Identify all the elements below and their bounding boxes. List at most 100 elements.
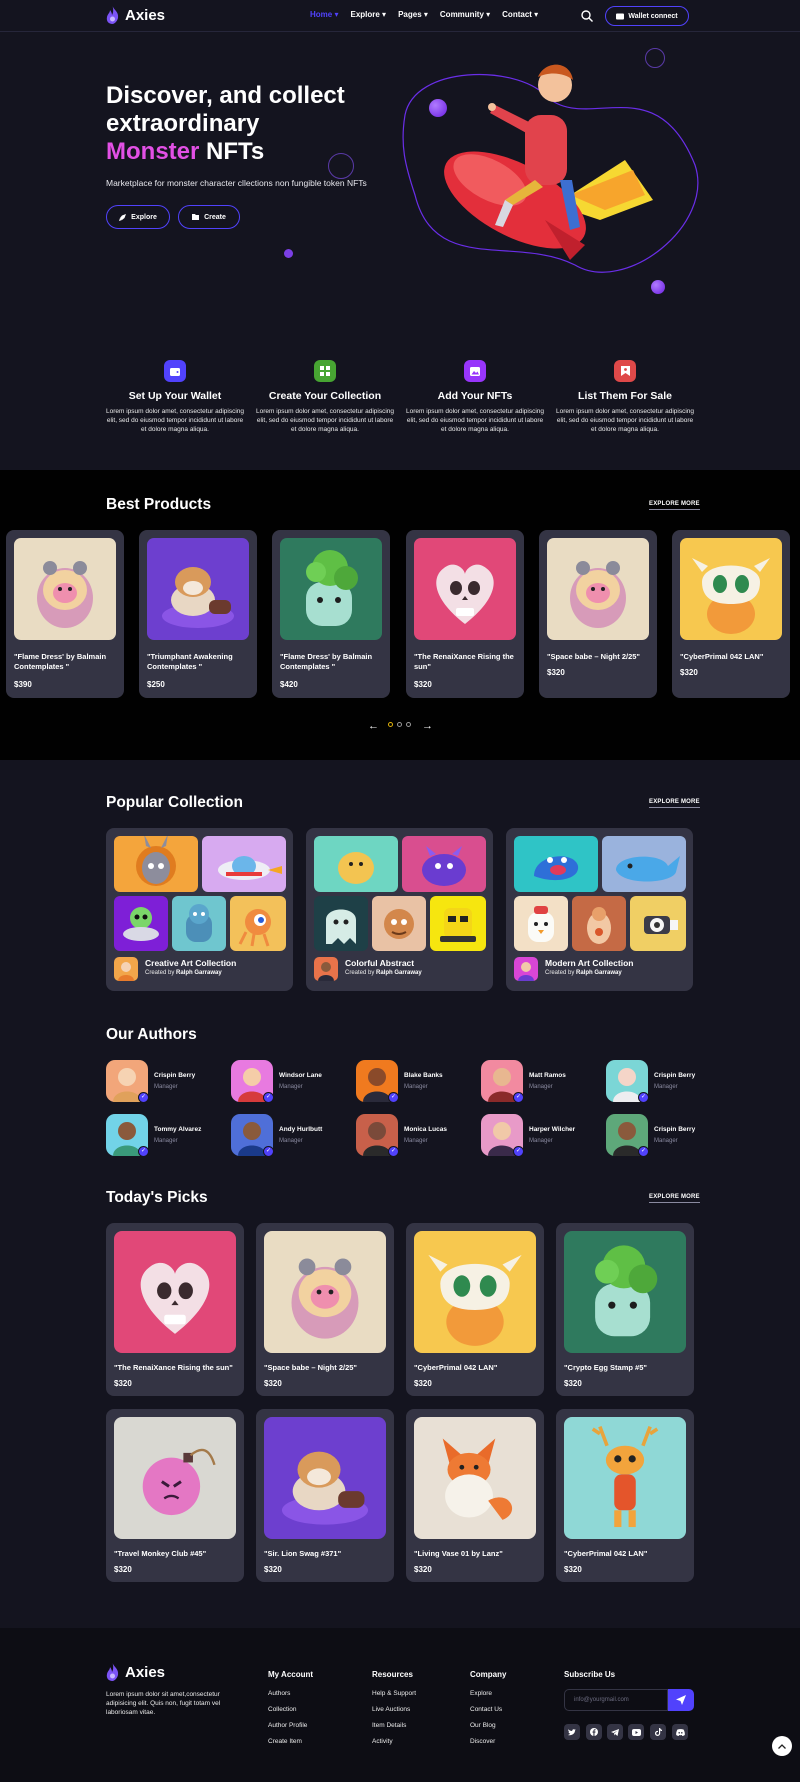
collection-thumb	[514, 836, 598, 892]
nft-image	[264, 1417, 386, 1539]
pick-card[interactable]: "The RenaiXance Rising the sun" $320	[106, 1223, 244, 1396]
product-card[interactable]: "Triumphant Awakening Contemplates " $25…	[139, 530, 257, 698]
footer-link-activity[interactable]: Activity	[372, 1738, 393, 1745]
create-button[interactable]: Create	[178, 205, 240, 229]
wallet-connect-button[interactable]: Wallet connect	[605, 6, 689, 26]
author-name: Matt Ramos	[529, 1072, 566, 1079]
carousel-prev-arrow-icon[interactable]: ←	[368, 720, 379, 732]
footer-link-contact-us[interactable]: Contact Us	[470, 1706, 502, 1713]
folder-icon	[192, 214, 200, 220]
nft-image	[680, 538, 782, 640]
nav-home[interactable]: Home ▾	[310, 10, 338, 19]
author-role: Manager	[654, 1084, 678, 1090]
product-card[interactable]: "The RenaiXance Rising the sun" $320	[406, 530, 524, 698]
step-text: Lorem ipsum dolor amet, consectetur adip…	[405, 408, 544, 433]
carousel-dot[interactable]	[406, 722, 411, 727]
carousel-next-arrow-icon[interactable]: →	[422, 720, 433, 732]
decor-ring	[328, 153, 354, 179]
logo[interactable]: Axies	[106, 6, 165, 24]
rocket-icon	[119, 213, 127, 221]
paper-plane-icon	[676, 1695, 686, 1705]
collection-card[interactable]: Creative Art Collection Created by Ralph…	[106, 828, 293, 991]
best-products-explore-more-link[interactable]: EXPLORE MORE	[649, 501, 700, 510]
footer-link-item-details[interactable]: Item Details	[372, 1722, 406, 1729]
back-to-top-button[interactable]	[772, 1736, 792, 1756]
nft-image	[114, 1417, 236, 1539]
author-card[interactable]: ✓ Andy Hurlbutt Manager	[231, 1114, 351, 1158]
bookmark-icon	[614, 360, 636, 382]
author-name: Andy Hurlbutt	[279, 1126, 323, 1133]
product-card[interactable]: "Flame Dress' by Balmain Contemplates " …	[272, 530, 390, 698]
product-price: $320	[680, 668, 698, 677]
pick-name: "Travel Monkey Club #45"	[114, 1549, 207, 1558]
discord-icon[interactable]	[672, 1724, 688, 1740]
footer-logo[interactable]: Axies	[106, 1663, 165, 1681]
nav-explore[interactable]: Explore ▾	[350, 10, 386, 19]
author-card[interactable]: ✓ Windsor Lane Manager	[231, 1060, 351, 1104]
footer-link-create-item[interactable]: Create Item	[268, 1738, 302, 1745]
collection-author-avatar	[114, 957, 138, 981]
pick-card[interactable]: "CyberPrimal 042 LAN" $320	[406, 1223, 544, 1396]
author-card[interactable]: ✓ Crispin Berry Manager	[606, 1060, 726, 1104]
product-card[interactable]: "Space babe – Night 2/25" $320	[539, 530, 657, 698]
footer-link-explore[interactable]: Explore	[470, 1690, 492, 1697]
product-card[interactable]: "Flame Dress' by Balmain Contemplates " …	[6, 530, 124, 698]
collection-card[interactable]: Colorful Abstract Created by Ralph Garra…	[306, 828, 493, 991]
pick-card[interactable]: "Sir. Lion Swag #371" $320	[256, 1409, 394, 1582]
footer-link-authors[interactable]: Authors	[268, 1690, 290, 1697]
collections-explore-more-link[interactable]: EXPLORE MORE	[649, 799, 700, 808]
tiktok-icon[interactable]	[650, 1724, 666, 1740]
pick-card[interactable]: "Living Vase 01 by Lanz" $320	[406, 1409, 544, 1582]
collection-thumb	[114, 836, 198, 892]
author-card[interactable]: ✓ Crispin Berry Manager	[106, 1060, 226, 1104]
footer-link-help-support[interactable]: Help & Support	[372, 1690, 416, 1697]
collection-author-name[interactable]: Ralph Garraway	[576, 970, 622, 976]
step-title: Set Up Your Wallet	[128, 390, 222, 402]
search-icon[interactable]	[580, 9, 594, 23]
pick-card[interactable]: "Travel Monkey Club #45" $320	[106, 1409, 244, 1582]
nft-image	[414, 1417, 536, 1539]
explore-button[interactable]: Explore	[106, 205, 170, 229]
pick-card[interactable]: "CyberPrimal 042 LAN" $320	[556, 1409, 694, 1582]
author-card[interactable]: ✓ Blake Banks Manager	[356, 1060, 476, 1104]
facebook-icon[interactable]	[586, 1724, 602, 1740]
step-title: Add Your NFTs	[437, 390, 513, 402]
product-name: "Flame Dress' by Balmain Contemplates "	[280, 652, 373, 671]
collection-author-name[interactable]: Ralph Garraway	[376, 970, 422, 976]
twitter-icon[interactable]	[564, 1724, 580, 1740]
product-name: "Flame Dress' by Balmain Contemplates "	[14, 652, 107, 671]
product-card[interactable]: "CyberPrimal 042 LAN" $320	[672, 530, 790, 698]
footer-link-author-profile[interactable]: Author Profile	[268, 1722, 307, 1729]
telegram-icon[interactable]	[607, 1724, 623, 1740]
youtube-icon[interactable]	[628, 1724, 644, 1740]
collection-thumb	[602, 836, 686, 892]
subscribe-email-input[interactable]: info@yourgmail.com	[564, 1689, 668, 1711]
pick-name: "Space babe – Night 2/25"	[264, 1363, 357, 1372]
footer-link-live-auctions[interactable]: Live Auctions	[372, 1706, 410, 1713]
carousel-dot[interactable]	[397, 722, 402, 727]
collection-card[interactable]: Modern Art Collection Created by Ralph G…	[506, 828, 693, 991]
pick-card[interactable]: "Space babe – Night 2/25" $320	[256, 1223, 394, 1396]
flame-logo-icon	[106, 1663, 119, 1681]
pick-card[interactable]: "Crypto Egg Stamp #5" $320	[556, 1223, 694, 1396]
author-card[interactable]: ✓ Monica Lucas Manager	[356, 1114, 476, 1158]
author-card[interactable]: ✓ Crispin Berry Manager	[606, 1114, 726, 1158]
picks-explore-more-link[interactable]: EXPLORE MORE	[649, 1194, 700, 1203]
nav-contact[interactable]: Contact ▾	[502, 10, 538, 19]
author-card[interactable]: ✓ Matt Ramos Manager	[481, 1060, 601, 1104]
author-name: Crispin Berry	[154, 1072, 196, 1079]
author-name: Harper Wilcher	[529, 1126, 576, 1133]
nav-pages[interactable]: Pages ▾	[398, 10, 428, 19]
pick-price: $320	[414, 1379, 432, 1388]
footer-link-discover[interactable]: Discover	[470, 1738, 495, 1745]
popular-collection-title: Popular Collection	[106, 794, 243, 811]
nav-community[interactable]: Community ▾	[440, 10, 490, 19]
collection-author-name[interactable]: Ralph Garraway	[176, 970, 222, 976]
footer-link-collection[interactable]: Collection	[268, 1706, 297, 1713]
author-card[interactable]: ✓ Harper Wilcher Manager	[481, 1114, 601, 1158]
carousel-dot[interactable]	[388, 722, 393, 727]
subscribe-send-button[interactable]	[668, 1689, 694, 1711]
collection-author-avatar	[314, 957, 338, 981]
footer-link-our-blog[interactable]: Our Blog	[470, 1722, 496, 1729]
author-card[interactable]: ✓ Tommy Alvarez Manager	[106, 1114, 226, 1158]
